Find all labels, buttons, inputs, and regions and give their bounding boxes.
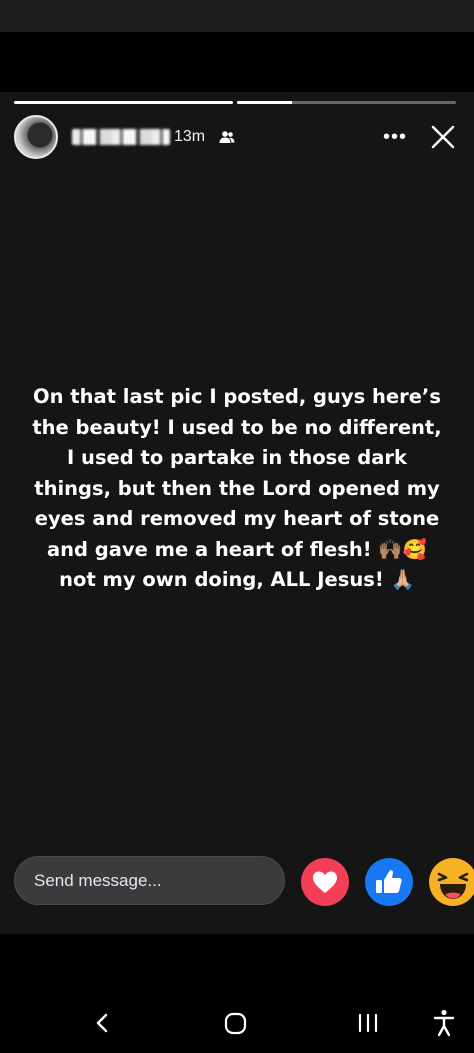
post-time: 13m xyxy=(174,128,206,145)
back-icon xyxy=(96,1013,108,1033)
close-icon[interactable] xyxy=(428,122,458,152)
more-options-button[interactable]: ••• xyxy=(378,120,412,154)
story-text: On that last pic I posted, guys here’s t… xyxy=(32,385,442,591)
avatar[interactable] xyxy=(14,115,58,159)
friends-icon xyxy=(219,131,235,143)
recents-button[interactable] xyxy=(348,1003,388,1043)
author-name-redacted xyxy=(72,129,170,145)
recents-icon xyxy=(358,1013,378,1033)
story-progress xyxy=(14,101,456,105)
accessibility-button[interactable] xyxy=(424,1003,464,1043)
story-header: 13m ••• xyxy=(14,114,458,160)
more-horizontal-icon: ••• xyxy=(382,125,407,148)
send-message-placeholder: Send message... xyxy=(34,870,162,890)
status-bar xyxy=(0,0,474,32)
progress-segment xyxy=(14,101,233,104)
home-icon xyxy=(224,1012,247,1035)
progress-fill xyxy=(237,101,292,104)
system-nav-bar xyxy=(0,993,474,1053)
progress-segment xyxy=(237,101,456,104)
love-reaction-button[interactable] xyxy=(301,858,349,906)
send-message-input[interactable]: Send message... xyxy=(14,856,285,905)
back-button[interactable] xyxy=(83,1003,123,1043)
home-button[interactable] xyxy=(216,1003,256,1043)
screen: 13m ••• On that last pic I posted, guys … xyxy=(0,0,474,1053)
accessibility-icon xyxy=(433,1009,455,1037)
haha-reaction-icon xyxy=(429,858,474,906)
haha-reaction-button[interactable] xyxy=(429,858,474,906)
author-info[interactable]: 13m xyxy=(72,128,235,146)
progress-fill xyxy=(14,101,233,104)
story-footer: Send message... xyxy=(0,856,474,934)
like-reaction-icon xyxy=(365,858,413,906)
story-viewer[interactable]: 13m ••• On that last pic I posted, guys … xyxy=(0,92,474,934)
like-reaction-button[interactable] xyxy=(365,858,413,906)
love-reaction-icon xyxy=(301,858,349,906)
